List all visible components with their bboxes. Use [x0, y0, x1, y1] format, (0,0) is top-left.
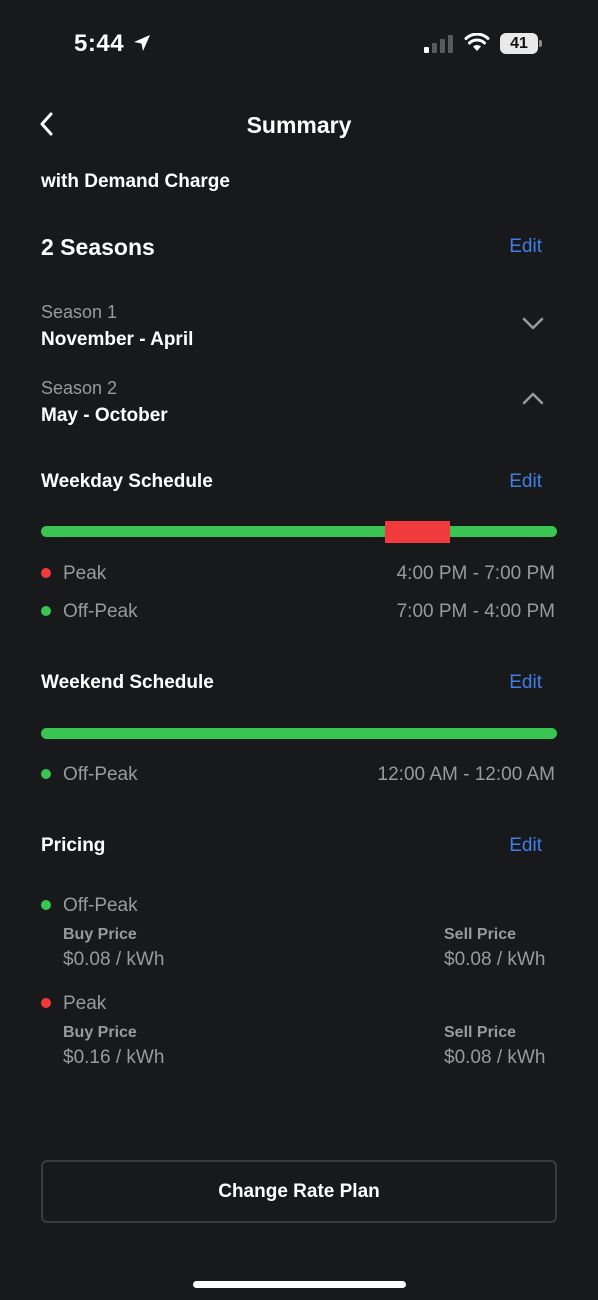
- cellular-signal-icon: [424, 35, 453, 53]
- chevron-up-icon[interactable]: [521, 390, 545, 406]
- weekday-schedule-heading: Weekday Schedule: [41, 471, 213, 492]
- peak-buy-price: $0.16 / kWh: [63, 1047, 165, 1068]
- battery-icon: 41: [500, 33, 542, 54]
- home-indicator[interactable]: [193, 1281, 406, 1288]
- weekday-peak-segment: [385, 520, 450, 543]
- buy-price-label: Buy Price: [63, 1024, 137, 1041]
- offpeak-dot-icon: [41, 769, 51, 779]
- weekend-schedule-heading: Weekend Schedule: [41, 672, 214, 693]
- status-bar: 5:44 41: [0, 0, 598, 90]
- weekend-schedule-bar: [41, 728, 557, 739]
- weekday-peak-range: 4:00 PM - 7:00 PM: [396, 563, 555, 584]
- pricing-peak-label: Peak: [63, 993, 107, 1014]
- battery-level: 41: [500, 33, 538, 54]
- chevron-down-icon[interactable]: [521, 316, 545, 332]
- seasons-heading: 2 Seasons: [41, 234, 155, 260]
- peak-sell-price: $0.08 / kWh: [444, 1047, 546, 1068]
- weekday-offpeak-range: 7:00 PM - 4:00 PM: [396, 601, 555, 622]
- weekend-offpeak-label: Off-Peak: [63, 764, 138, 785]
- season-1-range: November - April: [41, 329, 194, 350]
- edit-pricing-button[interactable]: Edit: [509, 835, 542, 857]
- peak-dot-icon: [41, 998, 51, 1008]
- edit-seasons-button[interactable]: Edit: [509, 236, 542, 258]
- season-2-range: May - October: [41, 405, 168, 426]
- edit-weekend-button[interactable]: Edit: [509, 672, 542, 694]
- offpeak-dot-icon: [41, 606, 51, 616]
- sell-price-label: Sell Price: [444, 926, 517, 943]
- pricing-offpeak-label: Off-Peak: [63, 895, 138, 916]
- weekday-peak-label: Peak: [63, 563, 107, 584]
- weekday-offpeak-label: Off-Peak: [63, 601, 138, 622]
- status-time: 5:44: [74, 30, 125, 57]
- peak-dot-icon: [41, 568, 51, 578]
- plan-subtitle: with Demand Charge: [41, 171, 230, 192]
- buy-price-label: Buy Price: [63, 926, 137, 943]
- weekend-offpeak-range: 12:00 AM - 12:00 AM: [377, 764, 555, 785]
- offpeak-buy-price: $0.08 / kWh: [63, 949, 165, 970]
- page-title: Summary: [246, 112, 352, 138]
- season-1-label: Season 1: [41, 302, 118, 322]
- change-rate-plan-button[interactable]: Change Rate Plan: [41, 1160, 557, 1223]
- offpeak-dot-icon: [41, 900, 51, 910]
- season-2-label: Season 2: [41, 378, 118, 398]
- offpeak-sell-price: $0.08 / kWh: [444, 949, 546, 970]
- location-arrow-icon: [134, 35, 150, 51]
- wifi-icon: [464, 33, 490, 51]
- sell-price-label: Sell Price: [444, 1024, 517, 1041]
- weekday-schedule-bar: [41, 520, 557, 543]
- pricing-heading: Pricing: [41, 835, 106, 856]
- edit-weekday-button[interactable]: Edit: [509, 471, 542, 493]
